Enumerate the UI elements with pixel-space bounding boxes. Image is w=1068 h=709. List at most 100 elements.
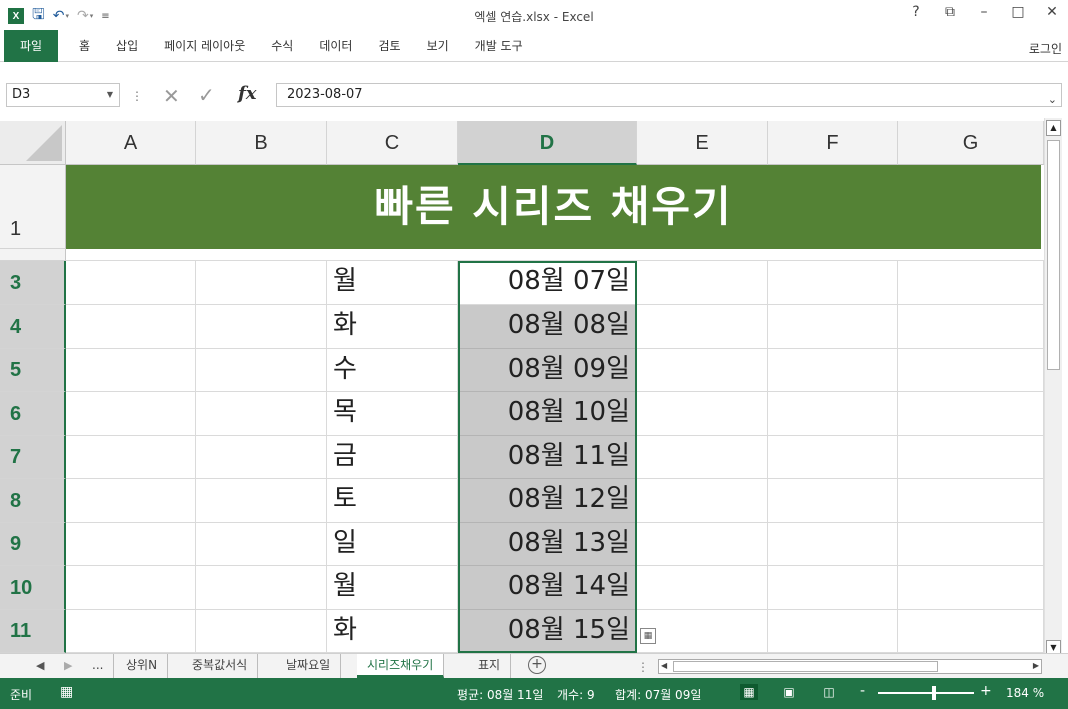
cell-e3[interactable] [637, 261, 768, 305]
zoom-slider[interactable] [878, 692, 974, 694]
cell-c6[interactable]: 목 [327, 392, 458, 436]
row-header-4[interactable]: 4 [0, 305, 66, 349]
tab-file[interactable]: 파일 [4, 30, 58, 62]
tab-split-handle-icon[interactable]: ⋮ [637, 660, 649, 674]
cell-c4[interactable]: 화 [327, 305, 458, 349]
page-break-preview-icon[interactable]: ◫ [820, 684, 838, 700]
scroll-left-icon[interactable]: ◀ [661, 661, 667, 670]
cell-g11[interactable] [898, 610, 1044, 653]
sheet-tab-date-weekday[interactable]: 날짜요일 [276, 654, 342, 678]
formula-bar-grip-icon[interactable]: ⋮ [131, 89, 143, 103]
row-header-9[interactable]: 9 [0, 523, 66, 566]
tab-home[interactable]: 홈 [66, 30, 103, 62]
tab-developer[interactable]: 개발 도구 [462, 30, 536, 62]
sheet-prev-icon[interactable]: ◀ [36, 659, 44, 672]
tab-view[interactable]: 보기 [414, 30, 462, 62]
tab-insert[interactable]: 삽입 [103, 30, 151, 62]
cell-b8[interactable] [196, 479, 327, 523]
name-box[interactable]: D3 ▼ [6, 83, 120, 107]
formula-input[interactable]: 2023-08-07 ⌄ [276, 83, 1062, 107]
column-header-a[interactable]: A [66, 121, 196, 165]
sheet-more-button[interactable]: ... [82, 654, 115, 678]
cell-e8[interactable] [637, 479, 768, 523]
cell-d9[interactable]: 08월 13일 [458, 523, 637, 566]
auto-fill-options-icon[interactable]: ▦ [640, 628, 656, 644]
cell-a3[interactable] [66, 261, 196, 305]
status-average[interactable]: 평균: 08월 11일 [457, 686, 543, 703]
cell-g10[interactable] [898, 566, 1044, 610]
cell-c5[interactable]: 수 [327, 349, 458, 392]
cell-e5[interactable] [637, 349, 768, 392]
expand-formula-bar-icon[interactable]: ⌄ [1048, 89, 1057, 111]
page-layout-view-icon[interactable]: ▣ [780, 684, 798, 700]
cell-a11[interactable] [66, 610, 196, 653]
cell-c8[interactable]: 토 [327, 479, 458, 523]
cell-b5[interactable] [196, 349, 327, 392]
cell-c9[interactable]: 일 [327, 523, 458, 566]
cell-c11[interactable]: 화 [327, 610, 458, 653]
cell-g7[interactable] [898, 436, 1044, 479]
cell-f3[interactable] [768, 261, 898, 305]
minimize-icon[interactable]: – [976, 4, 992, 20]
tab-page-layout[interactable]: 페이지 레이아웃 [151, 30, 258, 62]
cell-d5[interactable]: 08월 09일 [458, 349, 637, 392]
zoom-level[interactable]: 184 % [1006, 686, 1044, 700]
cell-g9[interactable] [898, 523, 1044, 566]
cancel-entry-icon[interactable]: ✕ [163, 84, 180, 108]
cell-d3[interactable]: 08월 07일 [458, 261, 637, 305]
macro-record-icon[interactable]: ▦ [60, 684, 73, 700]
select-all-corner[interactable] [0, 121, 66, 165]
cell-f4[interactable] [768, 305, 898, 349]
cell-g4[interactable] [898, 305, 1044, 349]
help-icon[interactable]: ? [908, 4, 924, 20]
undo-icon[interactable]: ↶ ▾ [53, 8, 69, 24]
cell-e9[interactable] [637, 523, 768, 566]
chevron-down-icon[interactable]: ▼ [107, 84, 113, 106]
maximize-icon[interactable]: □ [1010, 4, 1026, 20]
column-header-f[interactable]: F [768, 121, 898, 165]
cell-e4[interactable] [637, 305, 768, 349]
sheet-tab-duplicate-format[interactable]: 중복값서식 [182, 654, 259, 678]
cell-c10[interactable]: 월 [327, 566, 458, 610]
cell-b7[interactable] [196, 436, 327, 479]
add-sheet-icon[interactable]: + [528, 656, 546, 674]
sheet-tab-cover[interactable]: 표지 [468, 654, 512, 678]
scroll-up-icon[interactable]: ▲ [1046, 120, 1061, 136]
cell-f11[interactable] [768, 610, 898, 653]
cell-b3[interactable] [196, 261, 327, 305]
row-header-1[interactable]: 1 [0, 165, 66, 249]
cell-a8[interactable] [66, 479, 196, 523]
zoom-in-button[interactable]: + [980, 683, 992, 699]
column-header-e[interactable]: E [637, 121, 768, 165]
login-link[interactable]: 로그인 [1029, 40, 1062, 57]
cell-b9[interactable] [196, 523, 327, 566]
cell-a10[interactable] [66, 566, 196, 610]
row-header-7[interactable]: 7 [0, 436, 66, 479]
column-header-g[interactable]: G [898, 121, 1044, 165]
tab-data[interactable]: 데이터 [306, 30, 365, 62]
zoom-slider-thumb[interactable] [932, 686, 936, 700]
column-header-c[interactable]: C [327, 121, 458, 165]
redo-icon[interactable]: ↷ ▾ [77, 8, 93, 24]
row-header-3[interactable]: 3 [0, 261, 66, 305]
cell-e7[interactable] [637, 436, 768, 479]
cell-a6[interactable] [66, 392, 196, 436]
customize-toolbar-icon[interactable]: ≡ [101, 11, 109, 22]
cell-e6[interactable] [637, 392, 768, 436]
cell-c7[interactable]: 금 [327, 436, 458, 479]
banner-title[interactable]: 빠른 시리즈 채우기 [66, 165, 1041, 249]
cell-f5[interactable] [768, 349, 898, 392]
cell-a4[interactable] [66, 305, 196, 349]
cell-a9[interactable] [66, 523, 196, 566]
close-icon[interactable]: ✕ [1044, 4, 1060, 20]
cell-a7[interactable] [66, 436, 196, 479]
scroll-right-icon[interactable]: ▶ [1033, 661, 1039, 670]
row-header-11[interactable]: 11 [0, 610, 66, 653]
column-header-b[interactable]: B [196, 121, 327, 165]
insert-function-icon[interactable]: fx [238, 83, 256, 104]
cell-a5[interactable] [66, 349, 196, 392]
column-header-d[interactable]: D [458, 121, 637, 165]
cell-f7[interactable] [768, 436, 898, 479]
cell-b10[interactable] [196, 566, 327, 610]
sheet-tab-series-fill[interactable]: 시리즈채우기 [357, 654, 445, 678]
